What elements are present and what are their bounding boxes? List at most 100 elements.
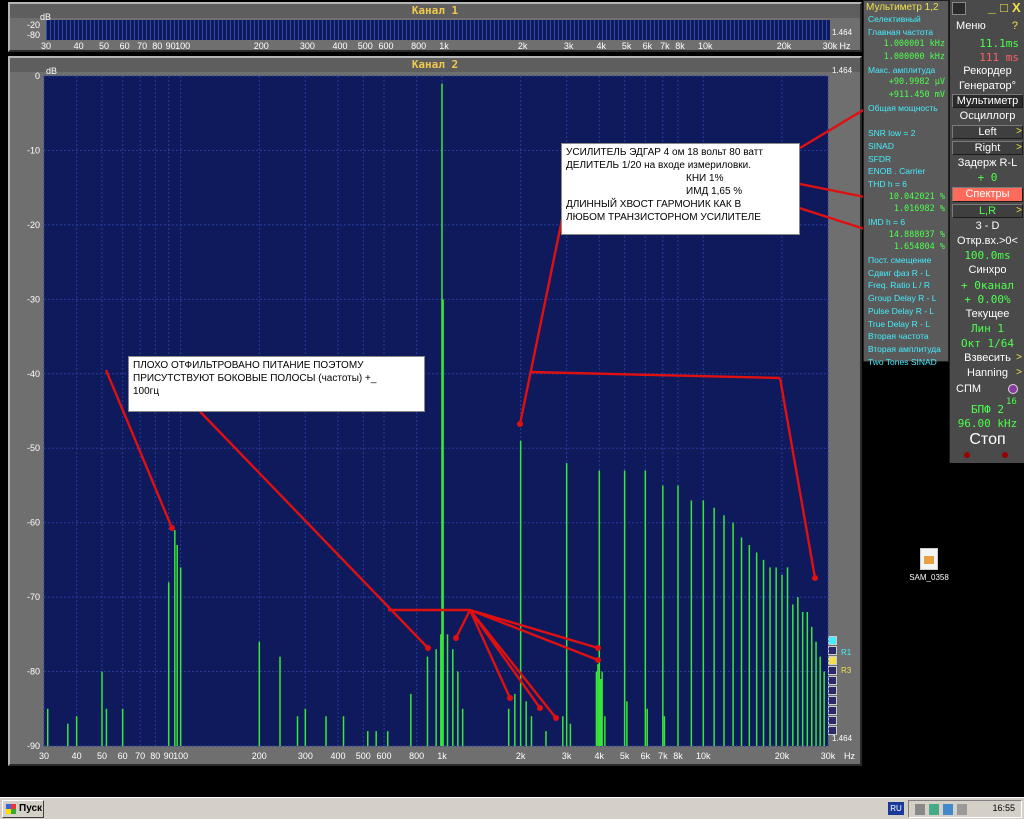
current-label: Текущее [965, 308, 1010, 320]
channel1-x-tick-label: 30 [40, 41, 52, 51]
multimeter-row: 1.000001 kHz [883, 39, 945, 50]
legend-swatch[interactable] [828, 636, 837, 645]
channel1-ytick-bottom: -80 [26, 30, 40, 40]
clock[interactable]: 16:55 [992, 803, 1015, 813]
start-button[interactable]: Пуск [2, 800, 44, 818]
amp-note-line-4: ИМД 1,65 % [686, 186, 743, 197]
channel2-title: Канал 2 [10, 58, 860, 72]
help-icon[interactable]: ? [1012, 20, 1018, 32]
multimeter-row[interactable]: Вторая частота [864, 330, 948, 343]
legend-swatch[interactable] [828, 676, 837, 685]
legend-swatch[interactable] [828, 706, 837, 715]
multimeter-row[interactable]: IMD h = 6 [864, 216, 948, 229]
multimeter-row[interactable]: Freq. Ratio L / R [864, 279, 948, 292]
multimeter-row: 10.042021 % [888, 191, 945, 202]
status-led-right [1002, 452, 1008, 458]
spm-toggle-icon[interactable] [1008, 384, 1018, 394]
channel1-x-tick-label: 40 [73, 41, 84, 51]
legend-swatch[interactable] [828, 646, 837, 655]
multimeter-row[interactable] [864, 115, 948, 128]
oct-value[interactable]: Окт 1/64 [952, 337, 1023, 350]
multimeter-button[interactable]: Мультиметр [952, 94, 1023, 108]
multimeter-title: Мультиметр 1,2 [866, 2, 939, 13]
channel2-legend [828, 636, 840, 736]
multimeter-row[interactable]: THD h = 6 [864, 178, 948, 191]
channel1-title: Канал 1 [10, 4, 860, 18]
channel2-db-label: dB [46, 66, 58, 76]
amplifier-note: УСИЛИТЕЛЬ ЭДГАР 4 ом 18 вольт 80 ватт ДЕ… [561, 143, 800, 235]
language-indicator[interactable]: RU [888, 802, 904, 815]
legend-swatch[interactable] [828, 656, 837, 665]
multimeter-row[interactable]: Общая мощность [864, 102, 948, 115]
channel1-x-tick-label: 400 [332, 41, 348, 51]
recorder-button[interactable]: Рекордер [952, 65, 1023, 78]
legend-swatch[interactable] [828, 696, 837, 705]
legend-r3: R3 [841, 666, 852, 675]
windows-logo-icon [6, 804, 16, 814]
3d-button[interactable]: 3 - D [952, 220, 1023, 233]
generator-button[interactable]: Генератор° [952, 80, 1023, 93]
desktop-file-icon[interactable]: SAM_0358 [906, 548, 952, 582]
start-label: Пуск [19, 803, 43, 814]
delay-value[interactable]: + 0 [952, 171, 1023, 184]
channel1-plot[interactable] [46, 20, 830, 40]
power-note-line-1: ПЛОХО ОТФИЛЬТРОВАНО ПИТАНИЕ ПОЭТОМУ [133, 360, 364, 371]
channel1-x-unit: Hz [839, 41, 851, 51]
spectra-button[interactable]: Спектры [952, 187, 1023, 202]
hanning-button[interactable]: Hanning [952, 367, 1023, 380]
weigh-button[interactable]: Взвесить [952, 352, 1023, 365]
desktop-file-label: SAM_0358 [909, 573, 949, 582]
left-button[interactable]: Left [952, 125, 1023, 139]
multimeter-row[interactable]: Макс. амплитуда [864, 64, 948, 77]
window-icon[interactable] [952, 2, 966, 15]
channel1-x-tick-label: 5k [621, 41, 632, 51]
channel1-x-tick-label: 600 [378, 41, 394, 51]
channel1-x-tick-label: 7k [660, 41, 670, 51]
multimeter-row[interactable]: SFDR [864, 153, 948, 166]
channel1-right-value: 1.464 [832, 28, 853, 37]
lr-button[interactable]: L,R [952, 204, 1023, 218]
lin-value[interactable]: Лин 1 [952, 322, 1023, 335]
open-input-label[interactable]: Откр.вх.>0< [952, 235, 1023, 248]
open-input-value[interactable]: 100.0ms [952, 249, 1023, 262]
channel1-ytick-top: -20 [26, 20, 40, 30]
minimize-icon[interactable]: _ [988, 0, 996, 15]
multimeter-row[interactable]: Селективный [864, 13, 948, 26]
multimeter-row[interactable]: Пост. смещение [864, 254, 948, 267]
multimeter-row[interactable]: ENOB . Carrier [864, 165, 948, 178]
multimeter-row[interactable]: True Delay R - L [864, 318, 948, 331]
close-icon[interactable]: X [1012, 0, 1021, 15]
maximize-icon[interactable]: □ [1000, 0, 1008, 15]
lr-arrow-icon: > [1016, 205, 1022, 216]
channel1-x-tick-label: 80 [152, 41, 163, 51]
channel1-x-tick-label: 2k [517, 41, 528, 51]
left-arrow-icon: > [1016, 126, 1022, 137]
multimeter-row[interactable]: Two Tones SINAD [864, 356, 948, 369]
multimeter-row[interactable]: SNR low = 2 [864, 127, 948, 140]
sync-channel-value[interactable]: + 0канал [952, 279, 1023, 292]
oscilloscope-button[interactable]: Осциллогр [952, 110, 1023, 123]
multimeter-row[interactable]: Group Delay R - L [864, 292, 948, 305]
right-button[interactable]: Right [952, 141, 1023, 155]
multimeter-row[interactable]: Сдвиг фаз R - L [864, 267, 948, 280]
amp-note-line-1: УСИЛИТЕЛЬ ЭДГАР 4 ом 18 вольт 80 ватт [566, 147, 763, 158]
stop-button[interactable]: Стоп [952, 431, 1023, 449]
channel1-x-tick-label: 6k [642, 41, 653, 51]
multimeter-row[interactable]: Вторая амплитуда [864, 343, 948, 356]
channel1-x-tick-label: 30k [822, 41, 838, 51]
channel1-x-tick-label: 800 [411, 41, 427, 51]
sync-label: Синхро [968, 264, 1007, 276]
tray-icons[interactable] [915, 804, 975, 815]
sample-rate-value[interactable]: 96.00 kHz [952, 417, 1023, 430]
multimeter-rows: Селективный Главная частота 1.000001 kHz 1.… [864, 13, 948, 368]
legend-swatch[interactable] [828, 716, 837, 725]
sync-percent-value[interactable]: + 0.00% [952, 293, 1023, 306]
multimeter-row[interactable]: Главная частота [864, 26, 948, 39]
multimeter-row[interactable]: SINAD [864, 140, 948, 153]
legend-r1: R1 [841, 648, 852, 657]
multimeter-row[interactable]: Pulse Delay R - L [864, 305, 948, 318]
legend-swatch[interactable] [828, 666, 837, 675]
legend-swatch[interactable] [828, 686, 837, 695]
fft-exponent: 16 [1006, 397, 1017, 407]
legend-swatch[interactable] [828, 726, 837, 735]
